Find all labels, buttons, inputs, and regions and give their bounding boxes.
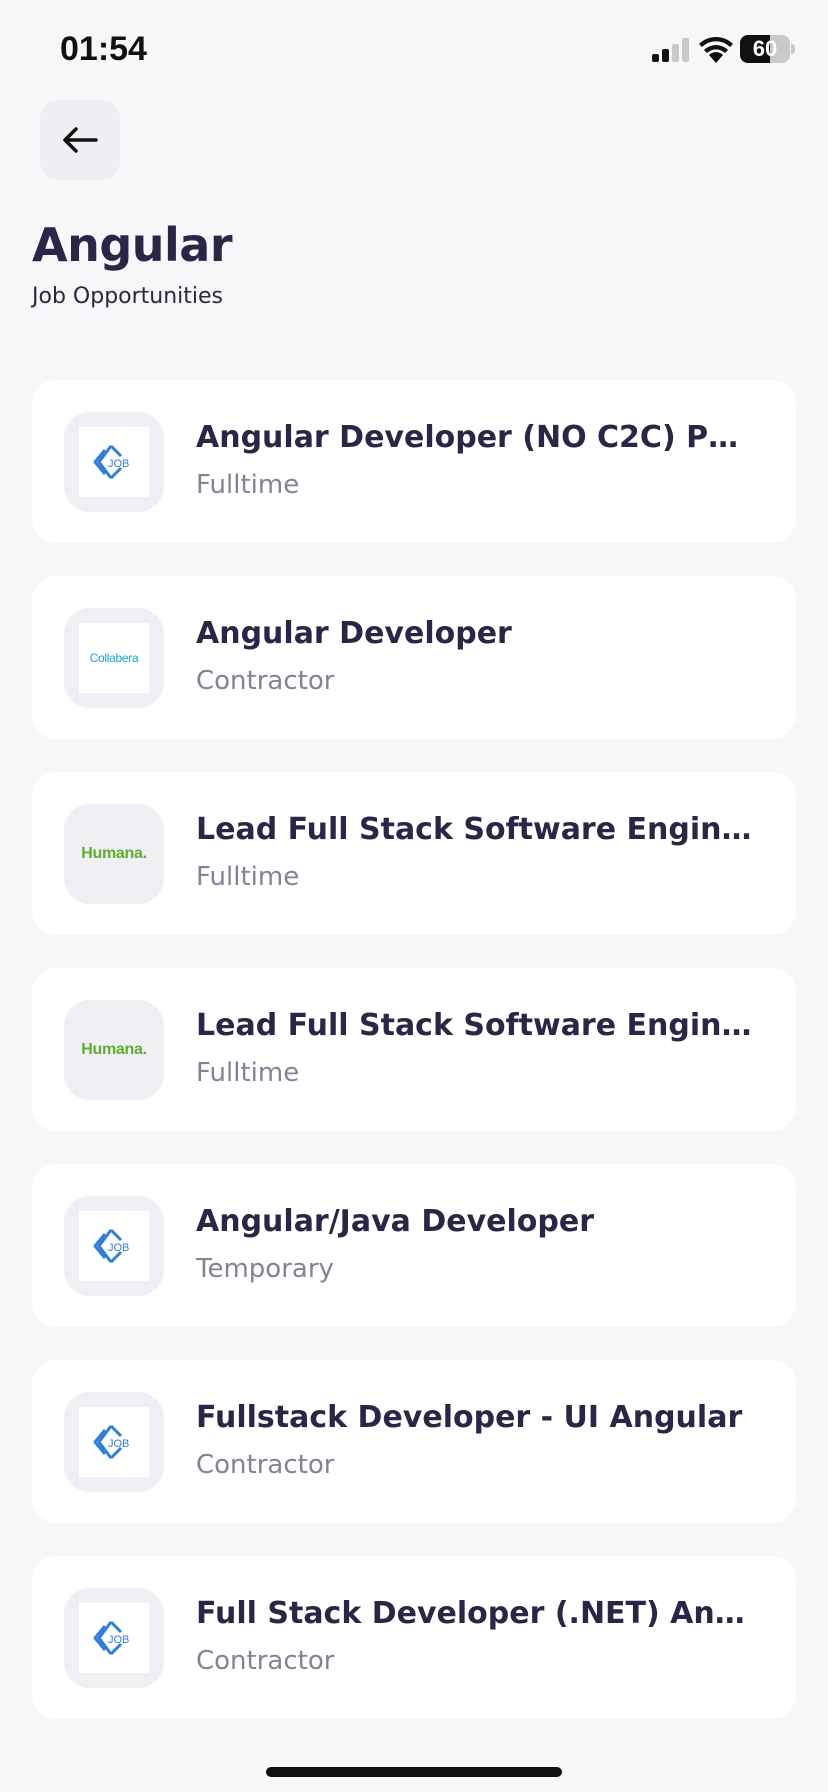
job-logo: JOB <box>64 1588 164 1688</box>
svg-text:JOB: JOB <box>108 458 129 470</box>
job-type: Contractor <box>196 1450 335 1480</box>
job-list: JOB Angular Developer (NO C2C) Pen... Fu… <box>32 380 796 1752</box>
arrow-left-icon <box>63 127 98 153</box>
job-card[interactable]: JOB Fullstack Developer - UI Angular Con… <box>32 1360 796 1523</box>
status-bar: 01:54 60 <box>0 0 828 100</box>
job-logo: JOB <box>64 1392 164 1492</box>
job-type: Contractor <box>196 666 335 696</box>
collabera-logo-text: Collabera <box>89 651 139 665</box>
job-card[interactable]: JOB Angular Developer (NO C2C) Pen... Fu… <box>32 380 796 543</box>
humana-logo: Humana. <box>64 1000 164 1100</box>
job-card[interactable]: Humana. Lead Full Stack Software Enginee… <box>32 772 796 935</box>
cellular-signal-icon <box>652 38 689 62</box>
svg-text:JOB: JOB <box>108 1634 129 1646</box>
job-title: Angular Developer <box>196 616 512 651</box>
job-title: Full Stack Developer (.NET) Angul... <box>196 1596 756 1631</box>
page-subtitle: Job Opportunities <box>32 284 224 309</box>
home-indicator <box>266 1767 562 1777</box>
humana-logo: Humana. <box>64 804 164 904</box>
battery-icon: 60 <box>740 35 790 63</box>
job-type: Temporary <box>196 1254 334 1284</box>
job-title: Angular/Java Developer <box>196 1204 594 1239</box>
job-logo: JOB <box>64 412 164 512</box>
job-type: Fulltime <box>196 470 300 500</box>
job-card[interactable]: Humana. Lead Full Stack Software Enginee… <box>32 968 796 1131</box>
job-logo-icon: JOB <box>93 1424 129 1460</box>
job-logo-icon: JOB <box>93 1620 129 1656</box>
humana-logo-text: Humana. <box>81 845 147 862</box>
back-button[interactable] <box>40 100 120 180</box>
wifi-icon <box>699 36 733 63</box>
svg-text:JOB: JOB <box>108 1438 129 1450</box>
job-title: Angular Developer (NO C2C) Pen... <box>196 420 756 455</box>
job-type: Fulltime <box>196 862 300 892</box>
job-title: Lead Full Stack Software Enginee... <box>196 1008 756 1043</box>
job-type: Contractor <box>196 1646 335 1676</box>
svg-text:JOB: JOB <box>108 1242 129 1254</box>
battery-level: 60 <box>752 36 778 61</box>
job-card[interactable]: JOB Full Stack Developer (.NET) Angul...… <box>32 1556 796 1719</box>
job-card[interactable]: Collabera Angular Developer Contractor <box>32 576 796 739</box>
job-logo-icon: JOB <box>93 1228 129 1264</box>
collabera-logo: Collabera <box>64 608 164 708</box>
job-logo: JOB <box>64 1196 164 1296</box>
screen: 01:54 60 Angular Job Opportunities JOB A… <box>0 0 828 1792</box>
page-title: Angular <box>32 218 233 272</box>
humana-logo-text: Humana. <box>81 1041 147 1058</box>
job-type: Fulltime <box>196 1058 300 1088</box>
status-time: 01:54 <box>60 30 147 68</box>
job-logo-icon: JOB <box>93 444 129 480</box>
job-title: Fullstack Developer - UI Angular <box>196 1400 743 1435</box>
job-title: Lead Full Stack Software Enginee... <box>196 812 756 847</box>
job-card[interactable]: JOB Angular/Java Developer Temporary <box>32 1164 796 1327</box>
